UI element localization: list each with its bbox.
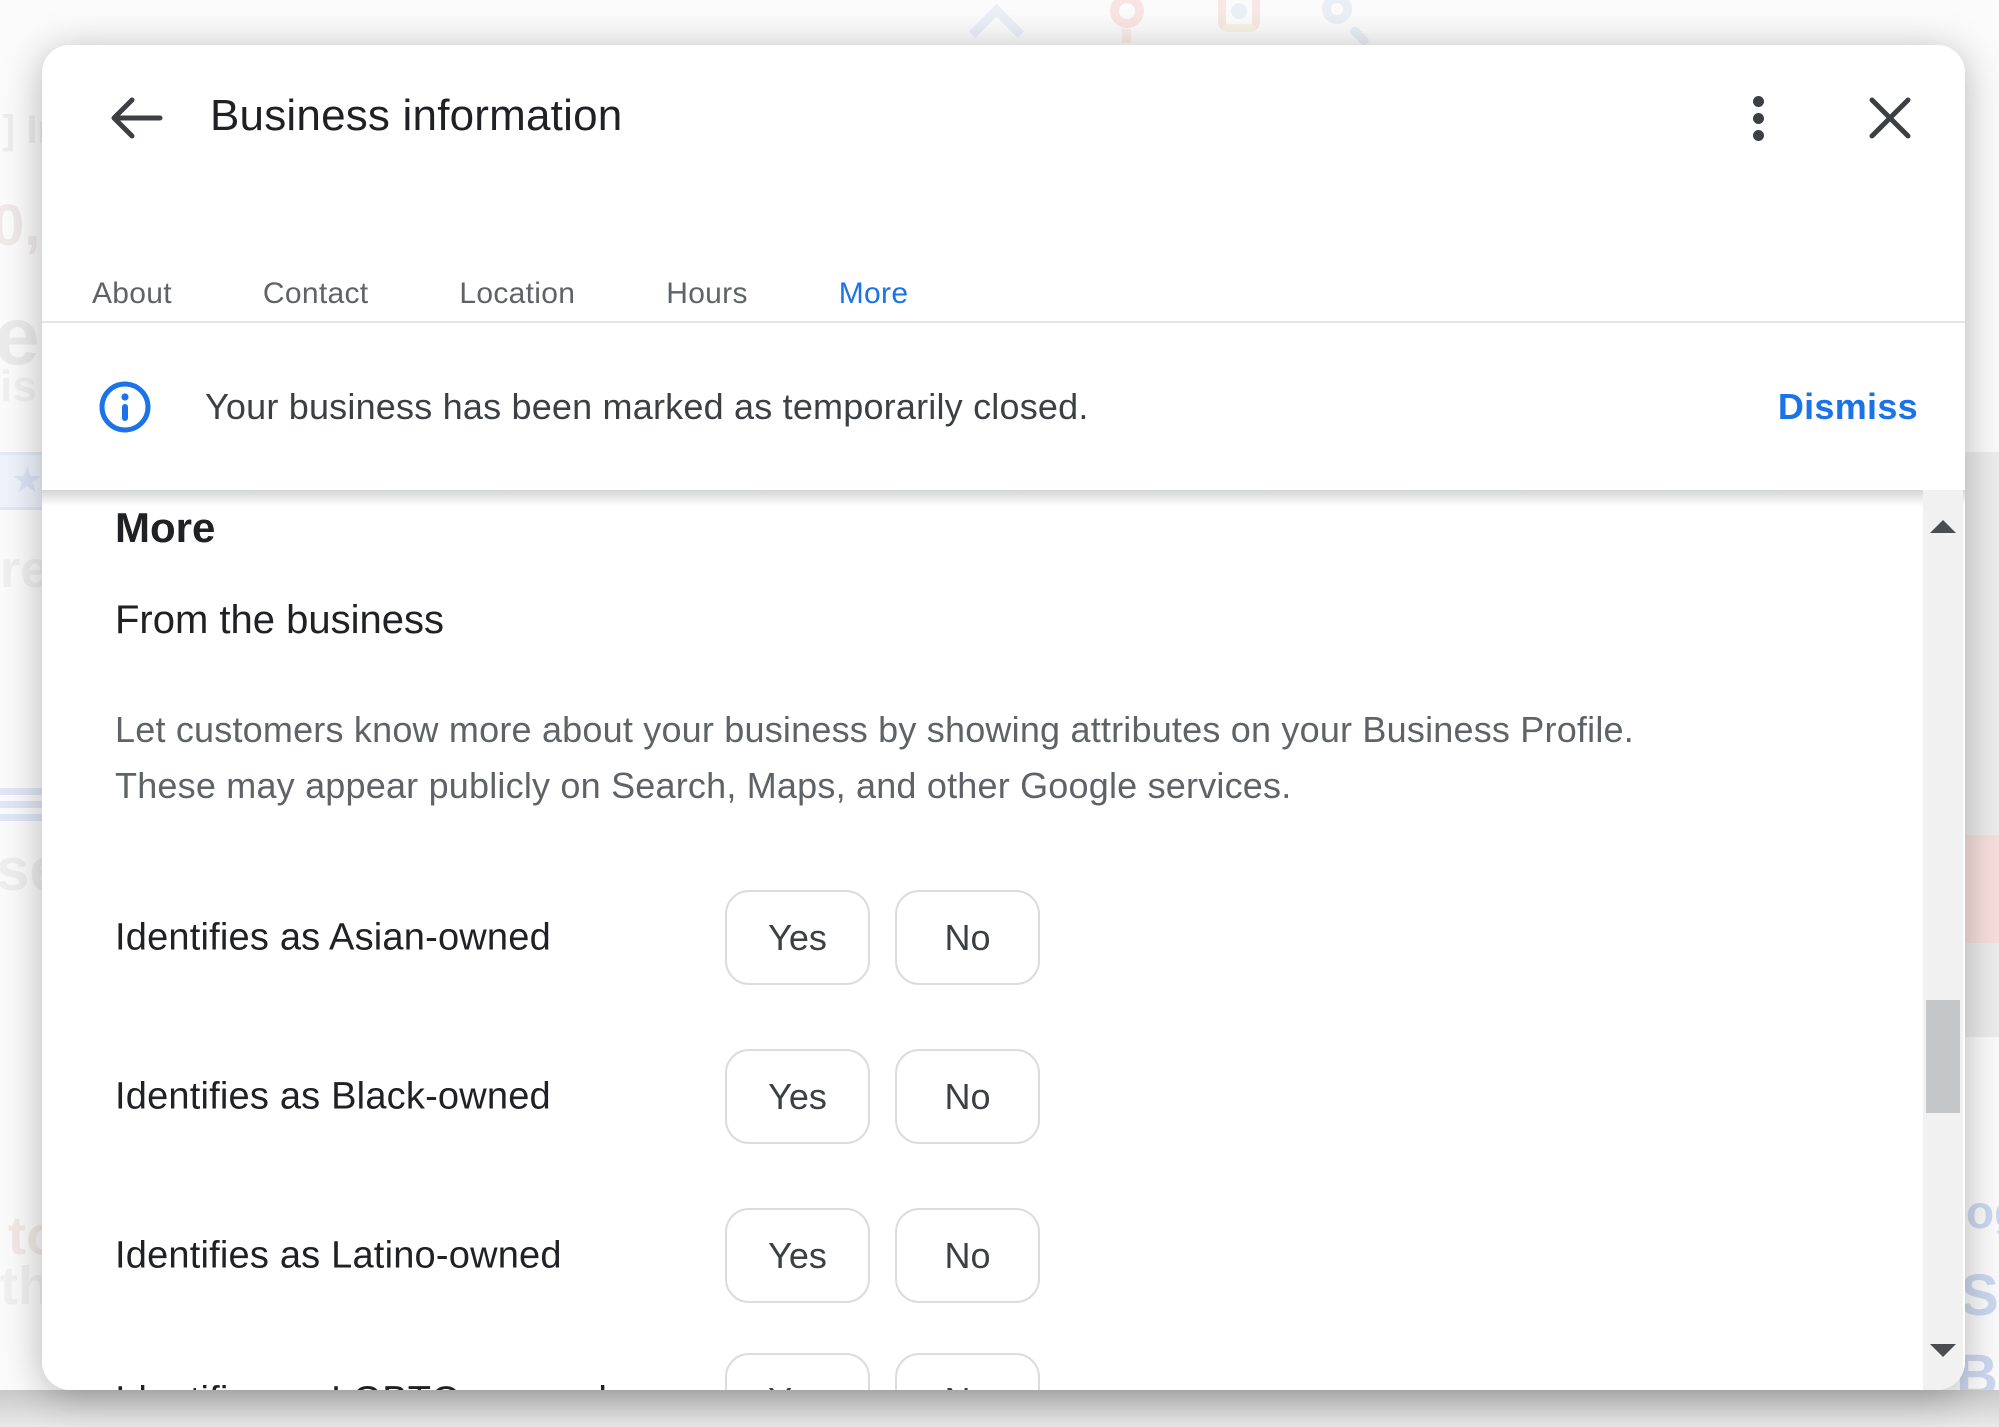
no-button[interactable]: No [895, 1049, 1040, 1144]
scroll-content: More From the business Let customers kno… [42, 490, 1965, 1390]
triangle-down-icon [1930, 1344, 1956, 1372]
temporarily-closed-banner: Your business has been marked as tempora… [42, 323, 1965, 490]
more-options-button[interactable] [1727, 87, 1789, 149]
attribute-label: Identifies as LGBTQ+ owned [115, 1379, 607, 1390]
attribute-row: Identifies as Black-owned Yes No [42, 1049, 1965, 1144]
attribute-label: Identifies as Asian-owned [115, 916, 551, 959]
close-button[interactable] [1859, 87, 1921, 149]
yes-button[interactable]: Yes [725, 1353, 870, 1390]
attribute-label: Identifies as Black-owned [115, 1075, 551, 1118]
yes-button[interactable]: Yes [725, 1049, 870, 1144]
attribute-row: Identifies as LGBTQ+ owned Yes No [42, 1353, 1965, 1390]
back-button[interactable] [105, 87, 167, 149]
no-button[interactable]: No [895, 890, 1040, 985]
close-icon [1859, 87, 1921, 149]
scrollbar-thumb[interactable] [1926, 1000, 1960, 1113]
scrollbar[interactable] [1923, 490, 1963, 1390]
photo-icon [1218, 0, 1260, 32]
background-lower-band [0, 1390, 1999, 1427]
search-icon [1322, 0, 1352, 24]
banner-message: Your business has been marked as tempora… [205, 386, 1089, 428]
background-toolbar [0, 0, 1999, 34]
section-description: Let customers know more about your busin… [115, 702, 1835, 814]
background-panel [1963, 452, 1999, 1037]
attribute-label: Identifies as Latino-owned [115, 1234, 562, 1277]
attribute-row: Identifies as Asian-owned Yes No [42, 890, 1965, 985]
triangle-up-icon [1930, 505, 1956, 533]
attribute-row: Identifies as Latino-owned Yes No [42, 1208, 1965, 1303]
no-button[interactable]: No [895, 1353, 1040, 1390]
scroll-up-button[interactable] [1923, 492, 1963, 532]
arrow-left-icon [105, 87, 167, 149]
map-pin-icon [1110, 0, 1144, 28]
dismiss-button[interactable]: Dismiss [1778, 386, 1918, 428]
info-icon [97, 379, 153, 435]
background-panel [1963, 835, 1999, 943]
scroll-down-button[interactable] [1923, 1344, 1963, 1384]
no-button[interactable]: No [895, 1208, 1040, 1303]
from-the-business-title: From the business [115, 598, 444, 643]
yes-button[interactable]: Yes [725, 1208, 870, 1303]
attribute-list: Identifies as Asian-owned Yes No Identif… [42, 890, 1965, 1390]
dialog-header: Business information [42, 45, 1965, 245]
business-information-dialog: Business information About Contact Locat… [42, 45, 1965, 1390]
background-text-fragment: og [1966, 1185, 1999, 1239]
chevron-up-icon [975, 2, 1021, 48]
section-heading: More [115, 504, 215, 552]
kebab-menu-icon [1753, 96, 1764, 107]
background-text-fragment: Se [1960, 1262, 1999, 1329]
yes-button[interactable]: Yes [725, 890, 870, 985]
page-title: Business information [210, 91, 622, 141]
